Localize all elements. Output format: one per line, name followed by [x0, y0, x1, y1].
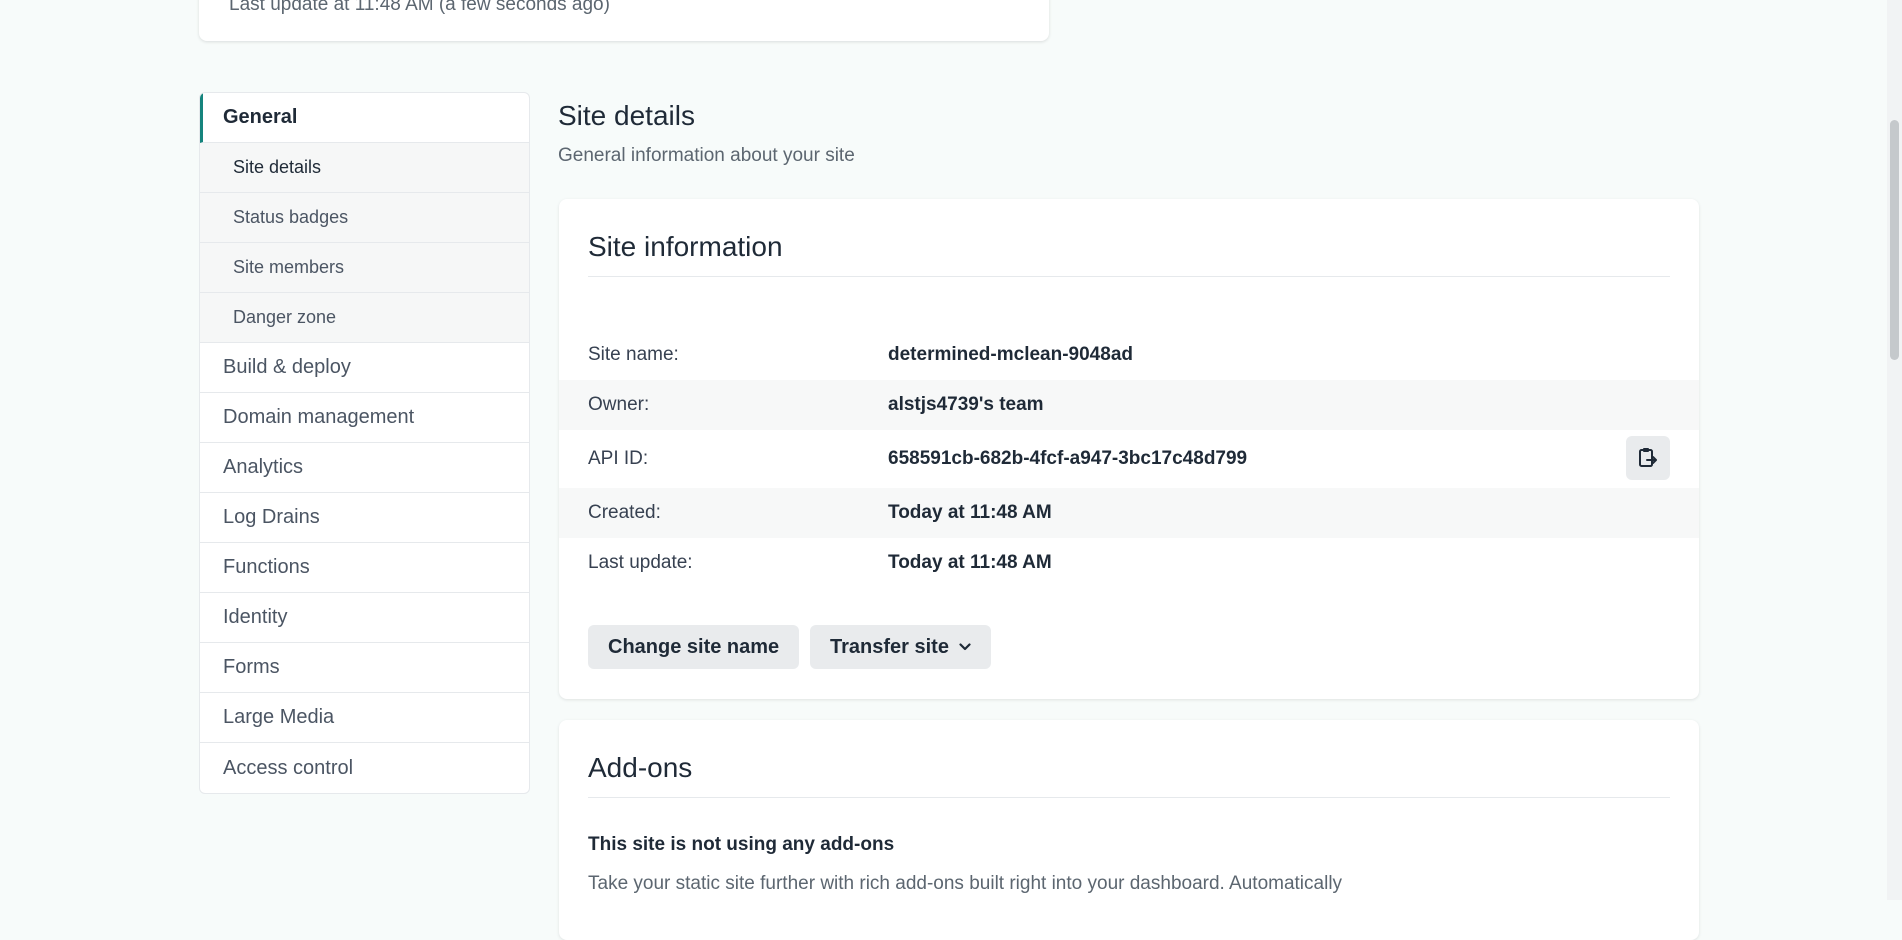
card-divider [588, 797, 1670, 798]
last-update-status: Last update at 11:48 AM (a few seconds a… [229, 0, 610, 15]
clipboard-copy-icon [1639, 448, 1657, 467]
button-label: Change site name [608, 635, 780, 658]
site-name-value: determined-mclean-9048ad [888, 344, 1133, 365]
info-label: Site name: [588, 344, 679, 365]
change-site-name-button[interactable]: Change site name [588, 625, 800, 669]
page-title: Site details [558, 100, 695, 131]
info-label: Last update: [588, 552, 693, 573]
card-divider [588, 276, 1670, 277]
page-description: General information about your site [558, 145, 855, 166]
info-row-last-update: Last update: Today at 11:48 AM [559, 538, 1699, 588]
info-row-api-id: API ID: 658591cb-682b-4fcf-a947-3bc17c48… [559, 430, 1699, 488]
info-label: Created: [588, 502, 661, 523]
info-row-created: Created: Today at 11:48 AM [559, 488, 1699, 538]
addons-card: Add-ons This site is not using any add-o… [559, 720, 1699, 940]
settings-sidebar: General Site details Status badges Site … [199, 92, 530, 794]
card-title: Site information [588, 231, 783, 262]
owner-value: alstjs4739's team [888, 394, 1044, 415]
sidebar-item-identity[interactable]: Identity [200, 593, 529, 643]
created-value: Today at 11:48 AM [888, 502, 1052, 523]
sidebar-item-large-media[interactable]: Large Media [200, 693, 529, 743]
sidebar-subitem-site-details[interactable]: Site details [200, 143, 529, 193]
info-label: API ID: [588, 448, 649, 469]
info-row-site-name: Site name: determined-mclean-9048ad [559, 330, 1699, 380]
addons-empty-title: This site is not using any add-ons [588, 834, 895, 855]
last-update-value: Today at 11:48 AM [888, 552, 1052, 573]
copy-api-id-button[interactable] [1626, 436, 1670, 480]
card-title: Add-ons [588, 752, 693, 783]
button-label: Transfer site [830, 635, 949, 658]
sidebar-item-analytics[interactable]: Analytics [200, 443, 529, 493]
sidebar-item-functions[interactable]: Functions [200, 543, 529, 593]
sidebar-item-domain-management[interactable]: Domain management [200, 393, 529, 443]
scrollbar-thumb[interactable] [1890, 120, 1899, 360]
info-label: Owner: [588, 394, 650, 415]
sidebar-item-general[interactable]: General [200, 93, 529, 143]
sidebar-subitem-status-badges[interactable]: Status badges [200, 193, 529, 243]
sidebar-subitem-danger-zone[interactable]: Danger zone [200, 293, 529, 343]
sidebar-item-build-deploy[interactable]: Build & deploy [200, 343, 529, 393]
sidebar-item-access-control[interactable]: Access control [200, 743, 529, 793]
api-id-value: 658591cb-682b-4fcf-a947-3bc17c48d799 [888, 448, 1248, 469]
info-row-owner: Owner: alstjs4739's team [559, 380, 1699, 430]
site-information-card: Site information Site name: determined-m… [559, 199, 1699, 699]
chevron-down-icon [959, 643, 971, 651]
sidebar-subitem-site-members[interactable]: Site members [200, 243, 529, 293]
deploy-status-card: Last update at 11:48 AM (a few seconds a… [199, 0, 1049, 41]
sidebar-item-forms[interactable]: Forms [200, 643, 529, 693]
addons-description: Take your static site further with rich … [588, 873, 1343, 894]
transfer-site-button[interactable]: Transfer site [810, 625, 991, 669]
page-scrollbar[interactable] [1887, 0, 1902, 900]
sidebar-item-log-drains[interactable]: Log Drains [200, 493, 529, 543]
